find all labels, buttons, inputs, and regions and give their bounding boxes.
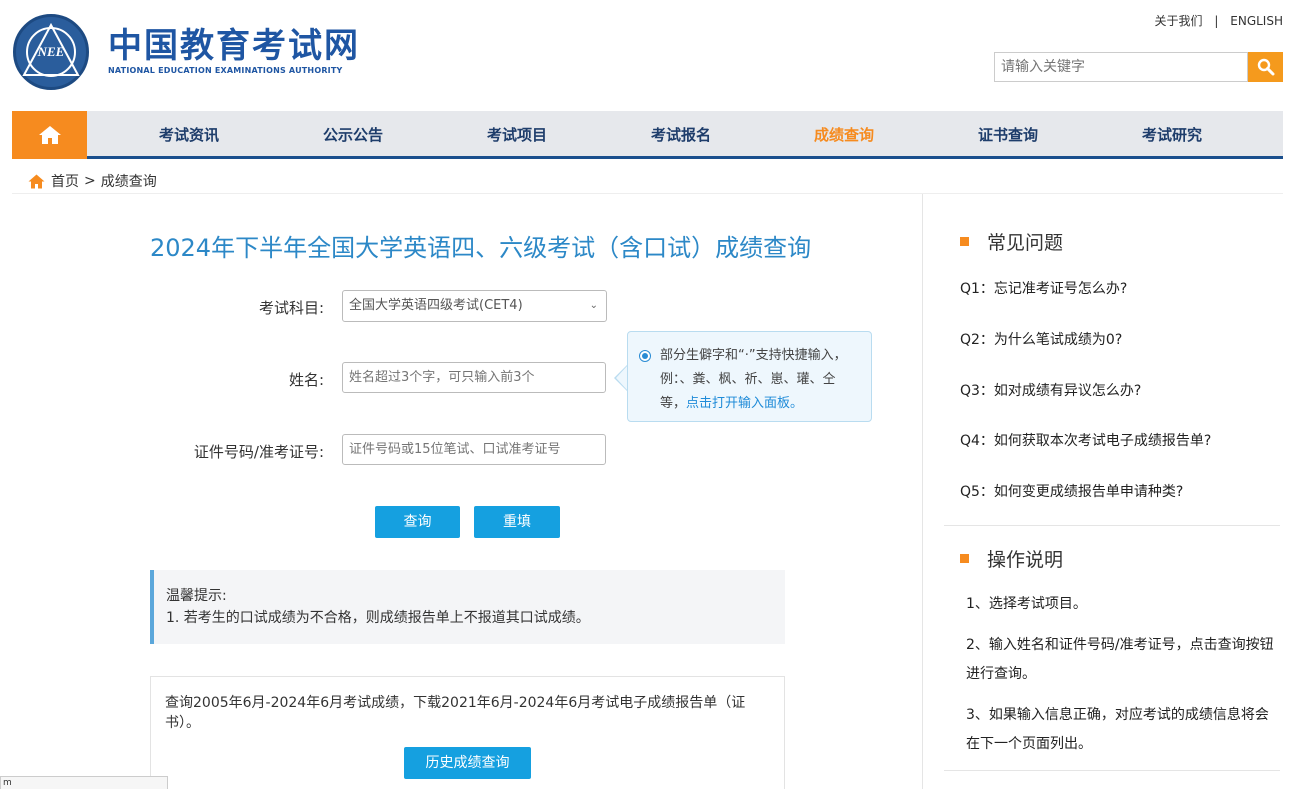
nav-item-exam-research[interactable]: 考试研究 [1112, 111, 1232, 159]
nav-item-exam-news[interactable]: 考试资讯 [129, 111, 249, 159]
faq-item-5[interactable]: Q5：如何变更成绩报告单申请种类? [960, 481, 1183, 501]
nav-item-announcements[interactable]: 公示公告 [293, 111, 413, 159]
input-tip-box: 部分生僻字和“·”支持快捷输入，例：、粪、枫、祈、崽、瓘、仝等，点击打开输入面板… [627, 331, 872, 422]
faq-title: 常见问题 [987, 232, 1064, 254]
square-bullet-icon [960, 237, 969, 246]
radio-dot-icon [639, 350, 651, 362]
subject-selected-value: 全国大学英语四级考试(CET4) [349, 298, 523, 313]
nav-item-registration[interactable]: 考试报名 [621, 111, 741, 159]
subject-label: 考试科目: [258, 299, 324, 317]
faq-heading: 常见问题 [960, 228, 1063, 255]
search-icon [1257, 58, 1274, 76]
search-button[interactable] [1248, 52, 1283, 82]
notice-title: 温馨提示: [166, 588, 227, 604]
faq-item-2[interactable]: Q2：为什么笔试成绩为0? [960, 329, 1122, 349]
top-links: 关于我们 | ENGLISH [1155, 12, 1283, 29]
breadcrumb-home[interactable]: 首页 [51, 171, 79, 191]
id-number-input[interactable] [342, 434, 606, 465]
nav-item-score-query[interactable]: 成绩查询 [784, 111, 904, 159]
chevron-down-icon: ⌄ [589, 300, 598, 311]
main-nav: 考试资讯 公示公告 考试项目 考试报名 成绩查询 证书查询 考试研究 [12, 111, 1283, 159]
site-title: 中国教育考试网 [108, 26, 360, 66]
faq-item-3[interactable]: Q3：如对成绩有异议怎么办? [960, 380, 1141, 400]
sidebar-divider [944, 525, 1280, 526]
faq-item-4[interactable]: Q4：如何获取本次考试电子成绩报告单? [960, 430, 1211, 450]
notice-box: 温馨提示: 1. 若考生的口试成绩为不合格，则成绩报告单上不报道其口试成绩。 [150, 570, 785, 644]
history-query-button[interactable]: 历史成绩查询 [404, 747, 531, 779]
breadcrumb-current: 成绩查询 [100, 174, 157, 190]
ops-heading: 操作说明 [960, 545, 1063, 572]
query-button[interactable]: 查询 [375, 506, 460, 538]
site-subtitle: NATIONAL EDUCATION EXAMINATIONS AUTHORIT… [108, 66, 343, 75]
ops-step-2: 2、输入姓名和证件号码/准考证号，点击查询按钮进行查询。 [966, 637, 1274, 682]
english-link[interactable]: ENGLISH [1230, 14, 1283, 28]
name-input[interactable] [342, 362, 606, 393]
name-label: 姓名: [288, 371, 324, 389]
subject-select[interactable]: 全国大学英语四级考试(CET4) ⌄ [342, 290, 607, 322]
reset-button[interactable]: 重填 [474, 506, 560, 538]
status-bar: m [0, 776, 168, 789]
square-bullet-icon [960, 554, 969, 563]
ops-step-3: 3、如果输入信息正确，对应考试的成绩信息将会在下一个页面列出。 [966, 707, 1269, 752]
open-input-panel-link[interactable]: 点击打开输入面板。 [686, 396, 803, 411]
nee-logo[interactable]: NEE [13, 14, 89, 90]
sidebar-divider [944, 770, 1280, 771]
nav-item-certificate-query[interactable]: 证书查询 [948, 111, 1068, 159]
id-label: 证件号码/准考证号: [193, 443, 324, 461]
nav-item-exam-projects[interactable]: 考试项目 [457, 111, 577, 159]
breadcrumb-divider [12, 193, 1283, 194]
faq-item-1[interactable]: Q1：忘记准考证号怎么办? [960, 278, 1127, 298]
nav-home-button[interactable] [12, 111, 87, 159]
history-text: 查询2005年6月-2024年6月考试成绩，下载2021年6月-2024年6月考… [165, 695, 746, 731]
home-icon [38, 126, 61, 144]
ops-step-1: 1、选择考试项目。 [966, 596, 1087, 612]
breadcrumb: 首页 > 成绩查询 [28, 171, 157, 191]
home-icon [28, 174, 45, 188]
search-input[interactable] [994, 52, 1248, 82]
ops-title: 操作说明 [987, 549, 1064, 571]
about-link[interactable]: 关于我们 [1155, 14, 1203, 28]
logo-text: NEE [26, 27, 76, 77]
notice-line-1: 1. 若考生的口试成绩为不合格，则成绩报告单上不报道其口试成绩。 [166, 610, 590, 626]
page-title: 2024年下半年全国大学英语四、六级考试（含口试）成绩查询 [150, 234, 812, 262]
breadcrumb-separator: > [84, 173, 96, 189]
column-divider [922, 194, 923, 789]
link-separator: | [1214, 14, 1219, 28]
